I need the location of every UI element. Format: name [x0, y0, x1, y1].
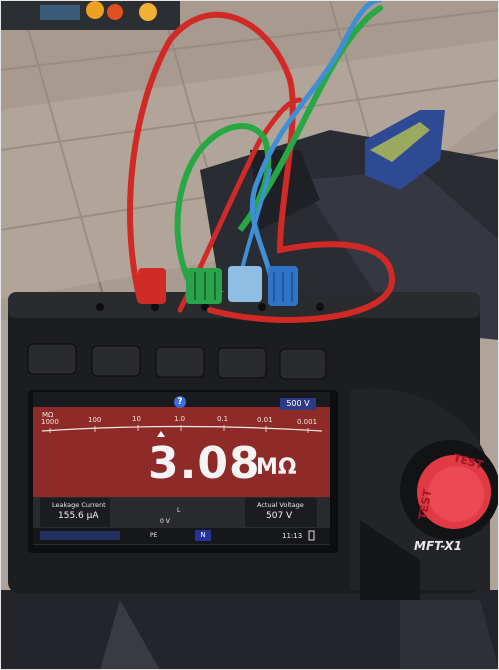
test-voltage-badge: 500 V	[280, 398, 316, 410]
test-button[interactable]	[400, 440, 499, 540]
center-volts: 0 V	[160, 518, 170, 525]
test-lead-plugs	[138, 266, 298, 306]
center-l: L	[177, 507, 181, 514]
scale-label: 0.1	[217, 415, 229, 423]
photo-scene	[0, 0, 499, 670]
help-icon[interactable]: ?	[174, 396, 186, 408]
scale-label: 0.01	[257, 416, 273, 424]
function-button-2[interactable]	[91, 345, 141, 377]
model-name: MFT-X1	[414, 539, 462, 553]
reading-unit: MΩ	[256, 455, 297, 480]
center-pe: PE	[150, 532, 158, 539]
actual-voltage-label: Actual Voltage	[257, 501, 304, 509]
scale-label: 0.001	[297, 418, 318, 426]
function-button-3[interactable]	[155, 346, 205, 378]
scale-label: 10	[132, 415, 141, 423]
leakage-value: 155.6 µA	[58, 511, 99, 521]
function-button-1[interactable]	[27, 343, 77, 375]
center-n: N	[195, 530, 211, 541]
reading-value: 3.08	[148, 438, 261, 489]
scale-label: 1.0	[174, 415, 186, 423]
function-button-5[interactable]	[279, 348, 327, 380]
equipment-top-left	[0, 0, 180, 30]
leakage-label: Leakage Current	[52, 501, 106, 509]
function-button-4[interactable]	[217, 347, 267, 379]
scale-label: 100	[88, 416, 102, 424]
clock: 11:13	[282, 532, 303, 540]
scale-label: 1000	[41, 418, 59, 426]
actual-voltage-value: 507 V	[266, 511, 293, 521]
